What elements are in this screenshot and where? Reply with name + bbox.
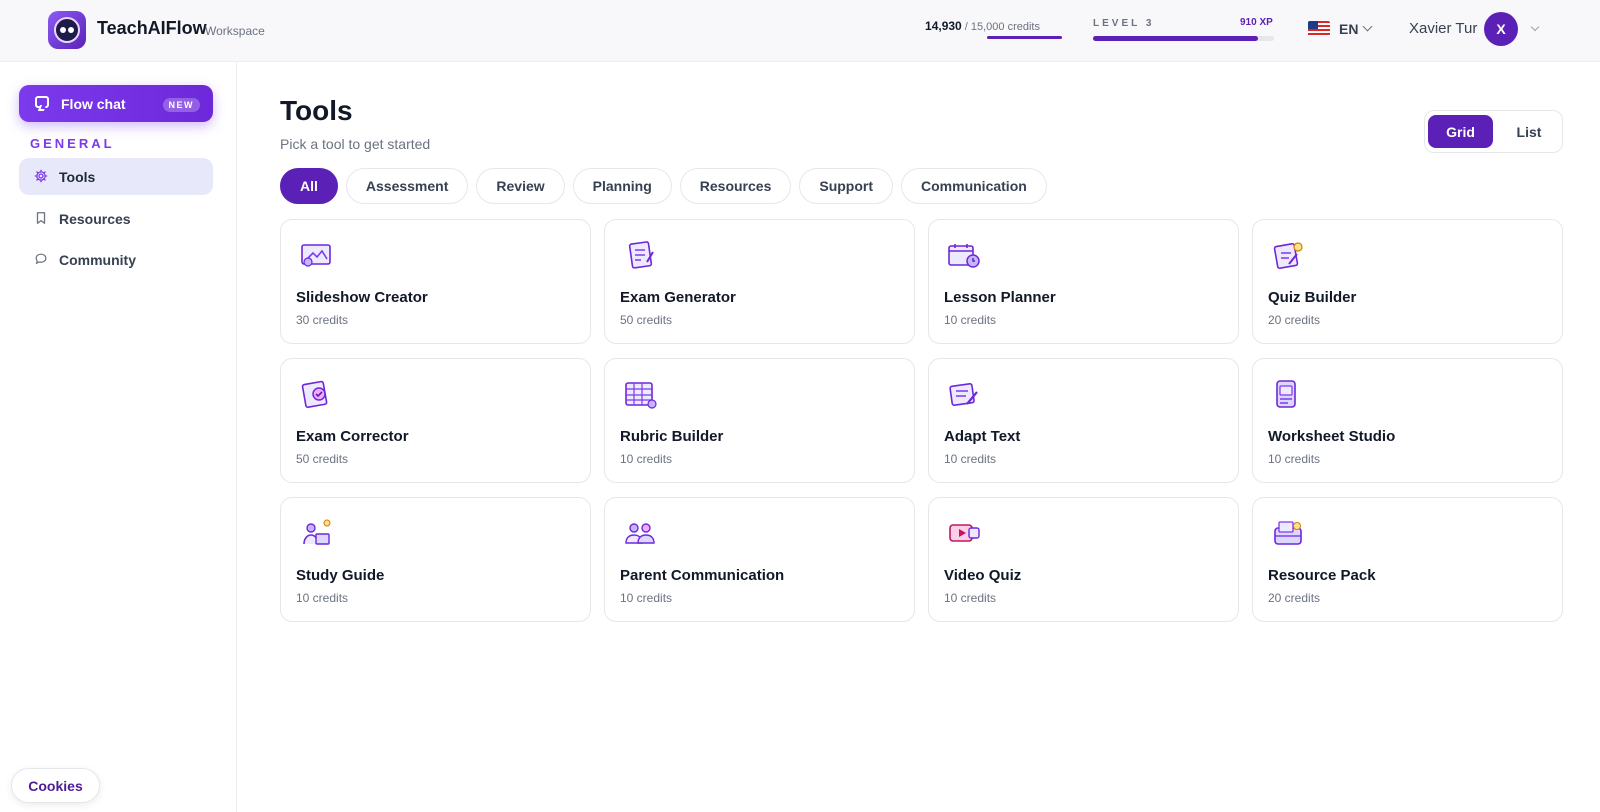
- notepad-pencil-icon: [949, 383, 978, 406]
- credits-progress-bar: [987, 36, 1062, 39]
- brand-name[interactable]: TeachAIFlow: [97, 18, 207, 39]
- tool-name: Lesson Planner: [944, 289, 1056, 306]
- tool-name: Adapt Text: [944, 428, 1021, 445]
- us-flag-icon[interactable]: [1308, 21, 1330, 36]
- view-toggle: Grid List: [1424, 110, 1563, 153]
- worksheet-stack-icon: [1276, 380, 1296, 408]
- study-guide-icon: [303, 519, 331, 545]
- grid-view-button[interactable]: Grid: [1428, 115, 1493, 148]
- resource-pack-icon: [1274, 521, 1302, 545]
- flow-chat-label: Flow chat: [61, 96, 126, 112]
- sidebar-item-tools[interactable]: Tools: [19, 158, 213, 195]
- tool-name: Exam Generator: [620, 289, 736, 306]
- filter-chip-support[interactable]: Support: [799, 168, 894, 204]
- filter-chip-review[interactable]: Review: [476, 168, 565, 204]
- credits-total: / 15,000 credits: [964, 21, 1040, 33]
- level-label: LEVEL 3: [1093, 18, 1155, 29]
- tool-card-lesson-planner[interactable]: Lesson Planner 10 credits: [928, 219, 1239, 344]
- chat-bubble-icon: [35, 253, 47, 264]
- tool-card-adapt-text[interactable]: Adapt Text 10 credits: [928, 358, 1239, 483]
- tool-card-exam-corrector[interactable]: Exam Corrector 50 credits: [280, 358, 591, 483]
- xp-progress-bar: [1093, 36, 1274, 41]
- bookmark-icon: [36, 212, 46, 224]
- tool-name: Worksheet Studio: [1268, 428, 1396, 445]
- new-badge: NEW: [162, 98, 200, 112]
- credits-progress-fill: [987, 36, 1062, 39]
- tool-credits: 10 credits: [296, 591, 349, 605]
- filter-chip-all[interactable]: All: [280, 168, 338, 204]
- chevron-down-icon[interactable]: [1362, 21, 1373, 32]
- tool-name: Quiz Builder: [1268, 289, 1357, 306]
- tool-credits: 30 credits: [296, 313, 349, 327]
- sidebar: Flow chat NEW GENERAL Tools Resources Co…: [0, 62, 237, 812]
- filter-chip-resources[interactable]: Resources: [679, 168, 792, 204]
- user-name[interactable]: Xavier Tur: [1409, 20, 1477, 37]
- flow-chat-button[interactable]: Flow chat NEW: [19, 85, 213, 122]
- xp-label: 910 XP: [1240, 17, 1273, 28]
- page-subtitle: Pick a tool to get started: [280, 136, 431, 152]
- tool-card-slideshow-creator[interactable]: Slideshow Creator 30 credits: [280, 219, 591, 344]
- calendar-clock-icon: [948, 244, 980, 268]
- page-title: Tools: [280, 95, 353, 126]
- tool-card-quiz-builder[interactable]: Quiz Builder 20 credits: [1252, 219, 1563, 344]
- xp-progress-fill: [1093, 36, 1258, 41]
- tool-name: Exam Corrector: [296, 428, 409, 445]
- section-label-general: GENERAL: [30, 136, 115, 151]
- tool-card-rubric-builder[interactable]: Rubric Builder 10 credits: [604, 358, 915, 483]
- tool-name: Resource Pack: [1268, 567, 1376, 584]
- tools-grid: Slideshow Creator 30 credits Exam Genera…: [280, 219, 1563, 622]
- tool-name: Video Quiz: [944, 567, 1022, 584]
- filter-chip-communication[interactable]: Communication: [901, 168, 1047, 204]
- tool-card-exam-generator[interactable]: Exam Generator 50 credits: [604, 219, 915, 344]
- chevron-down-icon[interactable]: [1530, 22, 1540, 32]
- video-play-icon: [949, 524, 980, 542]
- list-view-button[interactable]: List: [1498, 115, 1560, 148]
- tool-credits: 10 credits: [620, 452, 673, 466]
- tool-credits: 20 credits: [1268, 313, 1321, 327]
- rubric-grid-icon: [625, 382, 657, 409]
- brand-subtitle: Workspace: [205, 24, 265, 38]
- tool-credits: 10 credits: [620, 591, 673, 605]
- credits-used: 14,930: [925, 19, 962, 33]
- category-filters: All Assessment Review Planning Resources…: [280, 168, 1047, 204]
- credits-counter: 14,930 / 15,000 credits: [925, 19, 1040, 33]
- tool-credits: 10 credits: [944, 591, 997, 605]
- exam-icon: [628, 241, 654, 269]
- brand-logo-icon[interactable]: [48, 11, 86, 49]
- sidebar-item-label: Tools: [59, 169, 96, 185]
- top-header: TeachAIFlow Workspace 14,930 / 15,000 cr…: [0, 0, 1600, 62]
- tool-card-video-quiz[interactable]: Video Quiz 10 credits: [928, 497, 1239, 622]
- tool-credits: 20 credits: [1268, 591, 1321, 605]
- tool-card-resource-pack[interactable]: Resource Pack 20 credits: [1252, 497, 1563, 622]
- filter-chip-planning[interactable]: Planning: [572, 168, 672, 204]
- tool-card-worksheet-studio[interactable]: Worksheet Studio 10 credits: [1252, 358, 1563, 483]
- language-selector[interactable]: EN: [1339, 21, 1358, 37]
- cookies-button[interactable]: Cookies: [11, 768, 100, 803]
- sidebar-item-label: Community: [59, 252, 136, 268]
- tool-card-parent-communication[interactable]: Parent Communication 10 credits: [604, 497, 915, 622]
- tool-credits: 50 credits: [620, 313, 673, 327]
- avatar[interactable]: X: [1484, 12, 1518, 46]
- people-group-icon: [625, 523, 655, 544]
- quiz-icon: [1273, 242, 1303, 270]
- sidebar-item-label: Resources: [59, 211, 131, 227]
- chat-icon: [35, 96, 49, 108]
- tool-card-study-guide[interactable]: Study Guide 10 credits: [280, 497, 591, 622]
- filter-chip-assessment[interactable]: Assessment: [345, 168, 469, 204]
- exam-check-icon: [301, 380, 328, 409]
- tool-credits: 10 credits: [1268, 452, 1321, 466]
- tool-name: Rubric Builder: [620, 428, 724, 445]
- sidebar-item-resources[interactable]: Resources: [19, 200, 213, 237]
- gear-icon: [34, 169, 48, 183]
- tool-credits: 50 credits: [296, 452, 349, 466]
- slideshow-icon: [301, 244, 331, 267]
- tool-credits: 10 credits: [944, 313, 997, 327]
- tool-name: Parent Communication: [620, 567, 785, 584]
- sidebar-item-community[interactable]: Community: [19, 241, 213, 278]
- tool-name: Study Guide: [296, 567, 385, 584]
- tool-name: Slideshow Creator: [296, 289, 428, 306]
- tool-credits: 10 credits: [944, 452, 997, 466]
